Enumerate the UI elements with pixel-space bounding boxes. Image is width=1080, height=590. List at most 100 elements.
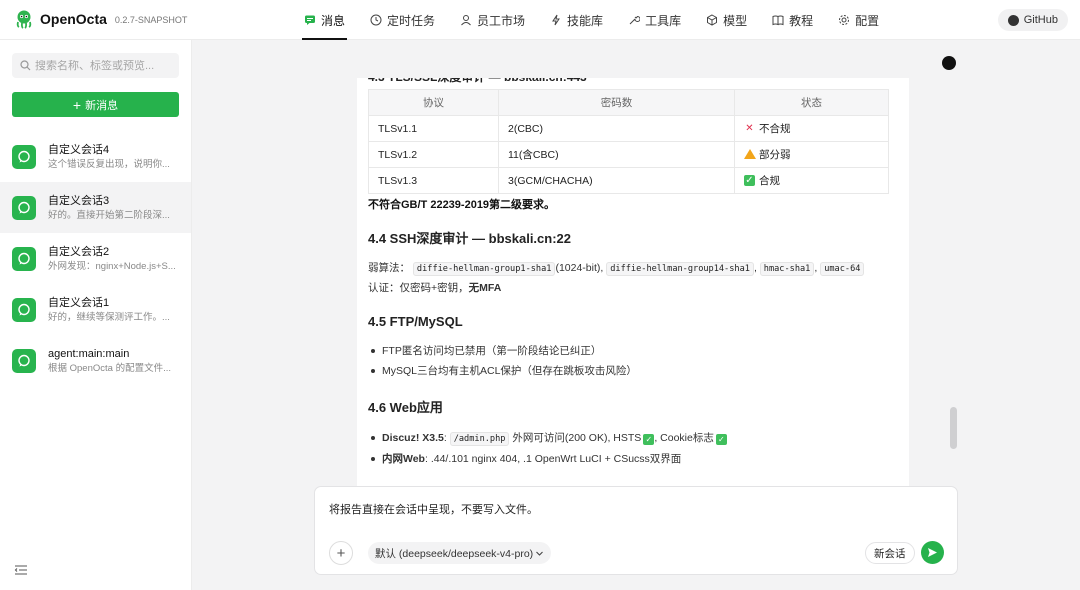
top-bar: OpenOcta 0.2.7-SNAPSHOT 消息 定时任务 员工市场 技能库…	[0, 0, 1080, 40]
table-header: 协议	[368, 89, 499, 116]
add-attachment-button[interactable]: +	[329, 541, 353, 565]
conversation-item[interactable]: 自定义会话4 这个错误反复出现，说明你...	[0, 131, 191, 182]
nav-scheduled-tasks[interactable]: 定时任务	[362, 0, 443, 40]
ssh-auth: 认证：仅密码+密钥，无MFA	[368, 279, 898, 298]
conversation-item[interactable]: 自定义会话1 好的，继续等保测评工作。...	[0, 284, 191, 335]
nav-label: 教程	[789, 13, 814, 28]
conversation-item[interactable]: agent:main:main 根据 OpenOcta 的配置文件...	[0, 335, 191, 386]
table-row: TLSv1.2 11(含CBC) 部分弱	[368, 141, 889, 168]
conversation-item-active[interactable]: 自定义会话3 好的。直接开始第二阶段深...	[0, 182, 191, 233]
nav-label: 消息	[321, 13, 346, 28]
status-text: 合规	[759, 175, 780, 187]
search-box[interactable]	[12, 53, 179, 78]
section-heading-ssh: 4.4 SSH深度审计 — bbskali.cn:22	[368, 231, 572, 246]
plus-icon: +	[336, 544, 346, 562]
table-header: 状态	[734, 89, 889, 116]
conversation-title: 自定义会话1	[48, 296, 110, 309]
send-icon	[928, 548, 937, 557]
scrollbar-thumb[interactable]	[950, 407, 957, 449]
model-selector[interactable]: 默认 (deepseek/deepseek-v4-pro)	[368, 542, 552, 564]
table-cell: TLSv1.2	[368, 141, 499, 168]
nav-employee-market[interactable]: 员工市场	[452, 0, 533, 40]
ssh-weak-algorithms: 弱算法： diffie-hellman-group1-sha1 (1024-bit…	[368, 259, 898, 279]
clock-icon	[370, 14, 382, 26]
user-icon	[460, 14, 472, 26]
table-row: TLSv1.1 2(CBC) ✕ 不合规	[368, 115, 889, 142]
gear-icon	[838, 14, 850, 26]
message-icon	[304, 14, 316, 26]
conversation-title: 自定义会话3	[48, 194, 110, 207]
conversation-title: 自定义会话4	[48, 143, 110, 156]
list-item: FTP匿名访问均已禁用（第一阶段结论已纠正）	[368, 341, 898, 361]
check-icon: ✓	[744, 175, 755, 186]
chat-bubble-icon	[12, 195, 36, 220]
table-cell: 3(GCM/CHACHA)	[498, 167, 735, 194]
octopus-logo-icon	[14, 9, 34, 29]
table-cell: 11(含CBC)	[498, 141, 735, 168]
table-header: 密码数	[498, 89, 735, 116]
conversation-item[interactable]: 自定义会话2 外网发现：nginx+Node.js+S...	[0, 233, 191, 284]
conversation-list: 自定义会话4 这个错误反复出现，说明你... 自定义会话3 好的。直接开始第二阶…	[0, 131, 191, 386]
nav-tool-library[interactable]: 工具库	[620, 0, 689, 40]
nav-models[interactable]: 模型	[698, 0, 755, 40]
brand-name: OpenOcta	[40, 11, 107, 27]
conversation-preview: 好的。直接开始第二阶段深...	[48, 209, 170, 221]
table-row: TLSv1.3 3(GCM/CHACHA) ✓ 合规	[368, 167, 889, 194]
nav-settings[interactable]: 配置	[830, 0, 887, 40]
collapse-sidebar-icon[interactable]	[14, 563, 28, 577]
section-heading-tls: 4.3 TLS/SSL深度审计 — bbskali.cn:443	[368, 78, 898, 88]
nav-label: 技能库	[567, 13, 604, 28]
main-nav: 消息 定时任务 员工市场 技能库 工具库 模型 教程 配置	[296, 0, 896, 40]
github-label: GitHub	[1023, 14, 1058, 26]
algo-code: diffie-hellman-group1-sha1	[412, 262, 556, 276]
list-item: MySQL三台均有主机ACL保护（但存在跳板攻击风险）	[368, 361, 898, 381]
table-cell: TLSv1.3	[368, 167, 499, 194]
nav-tutorials[interactable]: 教程	[764, 0, 821, 40]
github-button[interactable]: GitHub	[997, 9, 1068, 31]
model-label: 默认 (deepseek/deepseek-v4-pro)	[375, 547, 534, 560]
new-message-label: 新消息	[85, 99, 119, 112]
agent-avatar-icon[interactable]	[942, 56, 956, 70]
nav-messages[interactable]: 消息	[296, 0, 353, 40]
table-cell: ✕ 不合规	[734, 115, 889, 142]
table-cell: 部分弱	[734, 141, 889, 168]
chat-bubble-icon	[12, 144, 36, 169]
chat-bubble-icon	[12, 246, 36, 271]
search-input[interactable]	[35, 59, 175, 72]
report-message: 4.3 TLS/SSL深度审计 — bbskali.cn:443 协议 密码数 …	[357, 78, 909, 518]
new-message-button[interactable]: + 新消息	[12, 92, 179, 117]
brand-version: 0.2.7-SNAPSHOT	[114, 15, 188, 25]
conversation-preview: 根据 OpenOcta 的配置文件...	[48, 362, 171, 374]
table-cell: ✓ 合规	[734, 167, 889, 194]
brand[interactable]: OpenOcta 0.2.7-SNAPSHOT	[14, 9, 187, 29]
weak-label: 弱算法：	[368, 262, 410, 274]
table-cell: 2(CBC)	[498, 115, 735, 142]
conversation-preview: 这个错误反复出现，说明你...	[48, 158, 170, 170]
check-icon: ✓	[715, 434, 727, 445]
algo-code: umac-64	[820, 262, 865, 276]
chat-main: 4.3 TLS/SSL深度审计 — bbskali.cn:443 协议 密码数 …	[192, 40, 1080, 590]
table-header-row: 协议 密码数 状态	[368, 89, 889, 116]
message-composer[interactable]: 将报告直接在会话中呈现，不要写入文件。 + 默认 (deepseek/deeps…	[314, 486, 958, 575]
chevron-down-icon	[536, 551, 544, 556]
nav-skill-library[interactable]: 技能库	[542, 0, 611, 40]
chat-bubble-icon	[12, 297, 36, 322]
auth-label: 认证：仅密码+密钥，	[368, 282, 469, 294]
algo-note: (1024-bit),	[555, 262, 604, 274]
nav-label: 配置	[855, 13, 880, 28]
nav-label: 模型	[723, 13, 748, 28]
lightning-icon	[550, 14, 562, 26]
cross-icon: ✕	[745, 123, 754, 134]
book-icon	[772, 14, 784, 26]
composer-input[interactable]: 将报告直接在会话中呈现，不要写入文件。	[329, 501, 538, 517]
web-list: Discuz! X3.5: /admin.php 外网可访问(200 OK), …	[368, 428, 898, 469]
algo-code: diffie-hellman-group14-sha1	[606, 262, 754, 276]
path-code: /admin.php	[449, 432, 510, 446]
intranet-text: : .44/.101 nginx 404, .1 OpenWrt LuCI + …	[424, 453, 682, 465]
ftp-list: FTP匿名访问均已禁用（第一阶段结论已纠正） MySQL三台均有主机ACL保护（…	[368, 341, 898, 381]
discuz-text2: , Cookie标志	[654, 432, 714, 444]
send-button[interactable]	[921, 541, 944, 564]
intranet-bold: 内网Web	[382, 453, 425, 465]
cube-icon	[706, 14, 718, 26]
new-conversation-button[interactable]: 新会话	[865, 542, 915, 564]
